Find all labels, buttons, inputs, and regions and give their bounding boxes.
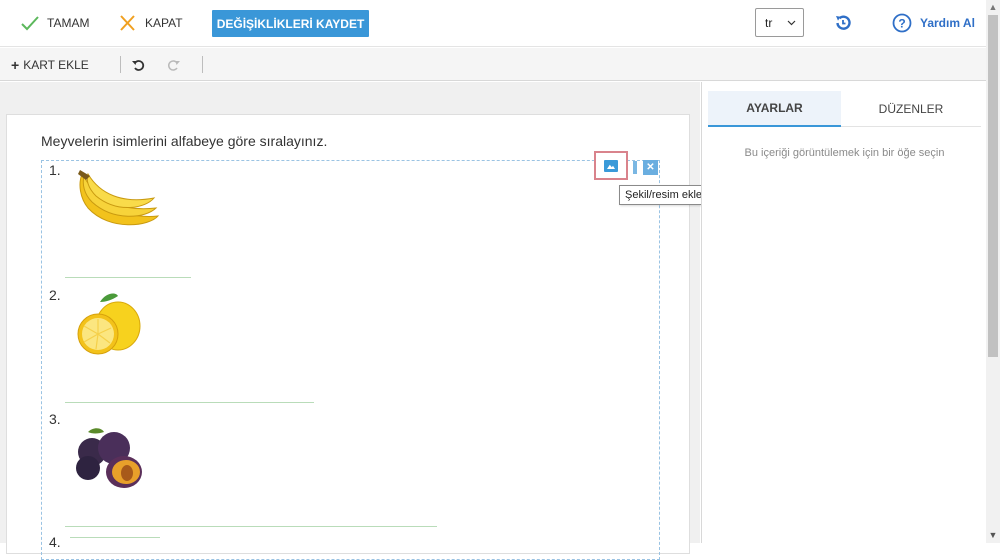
close-button-label: KAPAT bbox=[145, 16, 183, 30]
secondary-toolbar: + KART EKLE bbox=[0, 48, 986, 81]
plus-icon: + bbox=[11, 57, 20, 73]
answer-line[interactable] bbox=[65, 402, 314, 403]
chevron-down-icon bbox=[787, 20, 796, 26]
scroll-down-icon[interactable]: ▼ bbox=[986, 528, 1000, 542]
undo-icon[interactable] bbox=[131, 58, 145, 72]
help-button[interactable]: ? Yardım Al bbox=[892, 13, 975, 33]
scroll-thumb[interactable] bbox=[988, 15, 998, 357]
question-text[interactable]: Meyvelerin isimlerini alfabeye göre sıra… bbox=[41, 133, 327, 149]
tab-layouts[interactable]: DÜZENLER bbox=[841, 91, 981, 127]
vertical-scrollbar[interactable]: ▲ ▼ bbox=[986, 0, 1000, 543]
image-placeholder-edge bbox=[70, 537, 160, 538]
lemon-image bbox=[77, 293, 141, 355]
help-icon: ? bbox=[892, 13, 912, 33]
top-toolbar: TAMAM KAPAT DEĞİŞİKLİKLERİ KAYDET tr ? Y… bbox=[0, 0, 986, 47]
image-icon bbox=[604, 160, 618, 172]
tab-settings[interactable]: AYARLAR bbox=[708, 91, 841, 127]
language-select[interactable]: tr bbox=[755, 8, 804, 37]
plum-image bbox=[76, 428, 142, 488]
toolbar-divider bbox=[202, 56, 203, 73]
language-select-value: tr bbox=[765, 15, 773, 30]
scroll-up-icon[interactable]: ▲ bbox=[986, 0, 1000, 14]
item-number: 3. bbox=[49, 411, 61, 427]
answer-line[interactable] bbox=[65, 277, 191, 278]
answer-line[interactable] bbox=[65, 526, 437, 527]
svg-text:?: ? bbox=[898, 17, 905, 31]
panel-hint-text: Bu içeriği görüntülemek için bir öğe seç… bbox=[744, 147, 945, 159]
add-card-label: KART EKLE bbox=[23, 58, 89, 72]
item-number: 4. bbox=[49, 534, 61, 550]
help-button-label: Yardım Al bbox=[920, 16, 975, 30]
checkmark-icon bbox=[21, 16, 39, 31]
ok-button-label: TAMAM bbox=[47, 16, 90, 30]
toolbar-divider bbox=[120, 56, 121, 73]
delete-icon[interactable]: ✕ bbox=[643, 160, 658, 175]
properties-panel: AYARLAR DÜZENLER Bu içeriği görüntülemek… bbox=[701, 82, 986, 543]
history-icon[interactable] bbox=[833, 13, 853, 33]
item-number: 1. bbox=[49, 162, 61, 178]
add-card-button[interactable]: + KART EKLE bbox=[11, 58, 89, 72]
tooltip: Şekil/resim ekle bbox=[619, 185, 709, 205]
close-icon bbox=[120, 15, 135, 31]
ok-button[interactable]: TAMAM bbox=[20, 13, 89, 33]
close-button[interactable]: KAPAT bbox=[118, 13, 183, 33]
item-number: 2. bbox=[49, 287, 61, 303]
banana-image bbox=[78, 170, 160, 226]
add-image-button[interactable] bbox=[594, 151, 628, 180]
drag-handle-icon[interactable] bbox=[633, 161, 637, 174]
save-changes-button[interactable]: DEĞİŞİKLİKLERİ KAYDET bbox=[212, 10, 369, 37]
redo-icon[interactable] bbox=[167, 58, 181, 72]
